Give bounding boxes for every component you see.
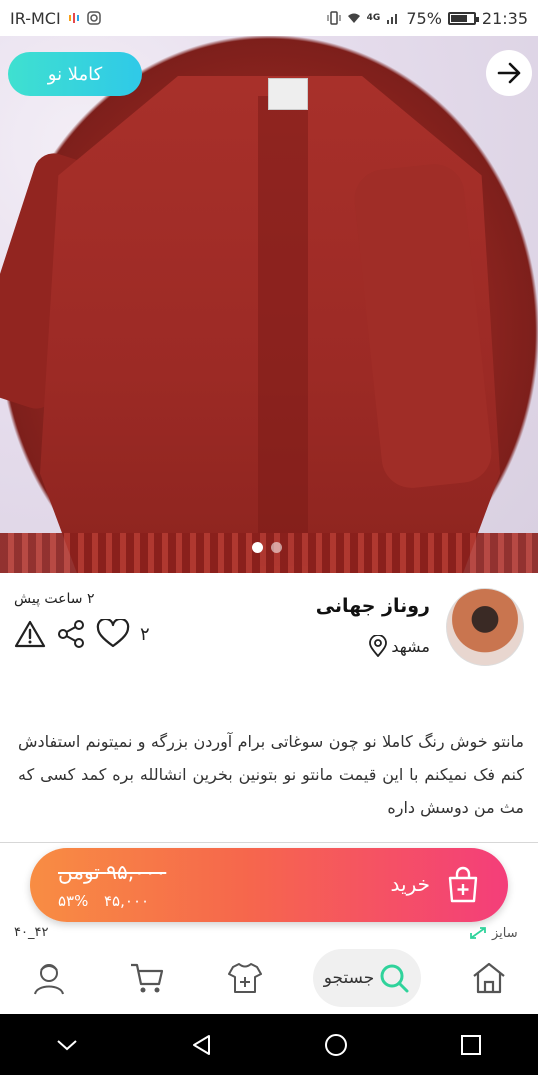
nav-add-item[interactable] [215, 948, 275, 1008]
nav-cart[interactable] [117, 948, 177, 1008]
post-time: ۲ ساعت پیش [14, 591, 95, 607]
divider [0, 842, 538, 843]
arrow-right-icon [497, 62, 521, 84]
search-icon [380, 964, 409, 993]
signal-icon [387, 14, 398, 24]
add-shirt-icon [228, 963, 262, 993]
triangle-back-icon [192, 1034, 210, 1055]
pager-dot[interactable] [271, 542, 282, 553]
buy-button[interactable]: خرید ۹۵,۰۰۰ تومن ۴۵,۰۰۰ ۵۳% [30, 848, 508, 922]
post-actions: ۲ [14, 619, 150, 649]
condition-badge: کاملا نو [8, 52, 142, 96]
voice-icon [68, 13, 79, 23]
sys-recents-button[interactable] [451, 1025, 491, 1065]
network-type: 4G [366, 13, 381, 23]
circle-home-icon [325, 1033, 348, 1056]
vibrate-icon [327, 11, 341, 25]
new-price: ۴۵,۰۰۰ [104, 892, 150, 910]
warning-icon[interactable] [14, 619, 46, 649]
status-left: IR-MCI [10, 9, 101, 28]
nav-profile[interactable] [19, 948, 79, 1008]
profile-icon [34, 964, 64, 995]
status-right: 4G 75% 21:35 [327, 9, 528, 28]
cart-icon [131, 963, 164, 993]
share-icon[interactable] [56, 619, 86, 649]
battery-fill [450, 14, 468, 22]
sys-home-button[interactable] [316, 1025, 356, 1065]
buy-label: خرید [390, 872, 430, 896]
old-price: ۹۵,۰۰۰ تومن [58, 860, 167, 884]
product-code: ۴۰_۴۲ [14, 925, 49, 940]
photo-lace [0, 533, 538, 573]
map-pin-icon [369, 635, 388, 657]
photo-placket [258, 96, 308, 566]
chevron-down-icon [57, 1039, 77, 1050]
avatar[interactable] [446, 588, 524, 666]
product-photo[interactable] [0, 36, 538, 573]
clock: 21:35 [481, 8, 528, 28]
carrier-label: IR-MCI [10, 8, 61, 28]
shopping-bag-plus-icon [448, 866, 478, 903]
sys-hide-button[interactable] [47, 1025, 87, 1065]
home-icon [473, 962, 505, 994]
seller-name[interactable]: روناز جهانی [316, 595, 430, 617]
back-button[interactable] [486, 50, 532, 96]
seller-location: مشهد [368, 635, 430, 657]
like-count: ۲ [140, 623, 150, 645]
wifi-icon [347, 13, 360, 23]
system-nav-bar [0, 1014, 538, 1075]
image-pager[interactable] [252, 542, 282, 553]
pager-dot[interactable] [252, 542, 263, 553]
photo-label-tag [268, 78, 308, 110]
sys-back-button[interactable] [182, 1025, 222, 1065]
nav-home[interactable] [459, 948, 519, 1008]
heart-icon[interactable] [96, 619, 130, 649]
resize-arrows-icon [470, 927, 486, 939]
nav-search[interactable]: جستجو [313, 949, 421, 1007]
square-recents-icon [460, 1034, 481, 1055]
size-tag: سایز [468, 925, 518, 941]
discount-percent: ۵۳% [58, 892, 89, 910]
status-bar: IR-MCI 4G 75% 21:35 [0, 0, 538, 36]
battery-icon [447, 11, 479, 25]
product-description: مانتو خوش رنگ کاملا نو چون سوغاتی برام آ… [18, 732, 524, 817]
battery-percent: 75% [406, 8, 442, 28]
seller-section: روناز جهانی مشهد ۲ ساعت پیش ۲ [0, 573, 538, 683]
nav-search-label: جستجو [323, 968, 375, 988]
instagram-icon [86, 11, 101, 25]
size-label: سایز [492, 925, 518, 941]
bottom-nav: جستجو [0, 942, 538, 1014]
seller-city: مشهد [391, 636, 430, 656]
